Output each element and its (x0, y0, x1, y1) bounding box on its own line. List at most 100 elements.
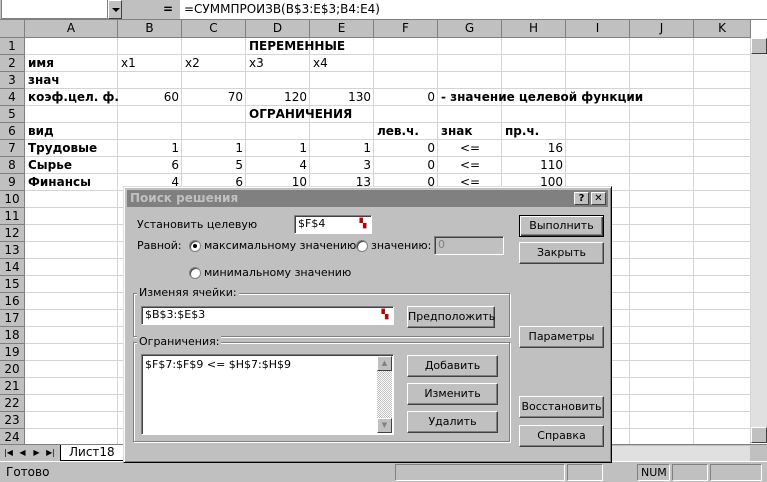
row-header[interactable]: 8 (0, 157, 25, 174)
next-sheet-icon[interactable]: ▶ (30, 446, 43, 460)
row-header[interactable]: 17 (0, 310, 25, 327)
cell-d1[interactable]: ПЕРЕМЕННЫЕ (249, 38, 345, 55)
name-box[interactable] (1, 0, 108, 19)
change-constraint-button[interactable]: Изменить (407, 383, 498, 405)
constraint-item[interactable]: $F$7:$F$9 <= $H$7:$H$9 (145, 358, 291, 371)
close-icon[interactable]: ✕ (591, 192, 606, 205)
row-header[interactable]: 5 (0, 106, 25, 123)
constraints-listbox[interactable]: $F$7:$F$9 <= $H$7:$H$9 ▲ ▼ (141, 354, 394, 435)
add-constraint-button[interactable]: Добавить (407, 355, 498, 377)
row-header[interactable]: 3 (0, 72, 25, 89)
column-header[interactable]: E (310, 20, 374, 38)
cell-h8[interactable]: 110 (505, 157, 563, 174)
row-header[interactable]: 20 (0, 361, 25, 378)
listbox-scrollbar[interactable]: ▲ ▼ (377, 356, 392, 433)
row-header[interactable]: 13 (0, 242, 25, 259)
options-button[interactable]: Параметры (519, 326, 604, 348)
cell-h7[interactable]: 16 (505, 140, 563, 157)
column-header[interactable]: H (502, 20, 566, 38)
cell-b7[interactable]: 1 (121, 140, 179, 157)
close-button[interactable]: Закрыть (519, 242, 604, 264)
cell-e8[interactable]: 3 (313, 157, 371, 174)
cell-d5[interactable]: ОГРАНИЧЕНИЯ (249, 106, 352, 123)
value-radio[interactable] (356, 240, 368, 252)
row-header[interactable]: 18 (0, 327, 25, 344)
column-header[interactable]: C (182, 20, 246, 38)
cell-e2[interactable]: x4 (313, 55, 328, 72)
cell-a7[interactable]: Трудовые (28, 140, 97, 157)
row-header[interactable]: 11 (0, 208, 25, 225)
column-header[interactable]: I (566, 20, 630, 38)
row-header[interactable]: 1 (0, 38, 25, 55)
column-header[interactable]: D (246, 20, 310, 38)
collapse-dialog-icon[interactable]: ▚ (356, 217, 370, 232)
scroll-down-button[interactable] (751, 427, 767, 443)
reset-all-button[interactable]: Восстановить (519, 396, 604, 418)
horizontal-scrollbar[interactable] (600, 446, 750, 461)
cell-d2[interactable]: x3 (249, 55, 264, 72)
column-header[interactable]: B (118, 20, 182, 38)
row-header[interactable]: 2 (0, 55, 25, 72)
min-radio[interactable] (189, 267, 201, 279)
cell-h6[interactable]: пр.ч. (505, 123, 539, 140)
row-header[interactable]: 12 (0, 225, 25, 242)
select-all-corner[interactable] (0, 20, 25, 38)
cell-c2[interactable]: x2 (185, 55, 200, 72)
row-header[interactable]: 23 (0, 412, 25, 429)
row-header[interactable]: 22 (0, 395, 25, 412)
cell-d8[interactable]: 4 (249, 157, 307, 174)
cell-a3[interactable]: знач (28, 72, 60, 89)
row-header[interactable]: 9 (0, 174, 25, 191)
prev-sheet-icon[interactable]: ◀ (16, 446, 29, 460)
cell-f6[interactable]: лев.ч. (377, 123, 419, 140)
last-sheet-icon[interactable]: ▶| (44, 446, 57, 460)
cell-c7[interactable]: 1 (185, 140, 243, 157)
column-header[interactable]: F (374, 20, 438, 38)
cell-g7[interactable]: <= (441, 140, 499, 157)
cell-a6[interactable]: вид (28, 123, 54, 140)
first-sheet-icon[interactable]: |◀ (2, 446, 15, 460)
chevron-up-icon[interactable]: ▲ (377, 356, 392, 371)
cell-g8[interactable]: <= (441, 157, 499, 174)
sheet-tab[interactable]: Лист18 (60, 445, 124, 461)
cell-a2[interactable]: имя (28, 55, 54, 72)
solve-button[interactable]: Выполнить (519, 215, 604, 237)
value-input[interactable]: 0 (434, 236, 504, 255)
dialog-title-bar[interactable]: Поиск решения ? ✕ (127, 190, 608, 207)
cell-f4[interactable]: 0 (377, 89, 435, 106)
guess-button[interactable]: Предположить (407, 306, 495, 328)
cell-f8[interactable]: 0 (377, 157, 435, 174)
cell-b8[interactable]: 6 (121, 157, 179, 174)
help-button[interactable]: Справка (519, 425, 604, 447)
row-header[interactable]: 4 (0, 89, 25, 106)
cell-f7[interactable]: 0 (377, 140, 435, 157)
column-header[interactable]: A (25, 20, 118, 38)
row-header[interactable]: 10 (0, 191, 25, 208)
changing-cells-input[interactable]: $B$3:$E$3 ▚ (141, 306, 394, 325)
cell-e4[interactable]: 130 (313, 89, 371, 106)
row-header[interactable]: 19 (0, 344, 25, 361)
cell-g4[interactable]: - значение целевой функции (441, 89, 643, 106)
collapse-dialog-icon[interactable]: ▚ (378, 308, 392, 323)
target-cell-input[interactable]: $F$4 ▚ (294, 215, 372, 234)
cell-e7[interactable]: 1 (313, 140, 371, 157)
cell-a8[interactable]: Сырье (28, 157, 72, 174)
delete-constraint-button[interactable]: Удалить (407, 411, 498, 433)
cell-g6[interactable]: знак (441, 123, 473, 140)
max-radio[interactable] (189, 240, 201, 252)
column-header[interactable]: K (694, 20, 751, 38)
scroll-up-button[interactable] (751, 38, 767, 54)
cell-c8[interactable]: 5 (185, 157, 243, 174)
cell-c4[interactable]: 70 (185, 89, 243, 106)
formula-input[interactable]: =СУММПРОИЗВ(B$3:E$3;B4:E4) (180, 0, 767, 19)
row-header[interactable]: 16 (0, 293, 25, 310)
column-header[interactable]: J (630, 20, 694, 38)
cell-d7[interactable]: 1 (249, 140, 307, 157)
formula-equals-sign[interactable]: = (163, 2, 173, 16)
cell-b2[interactable]: x1 (121, 55, 136, 72)
row-header[interactable]: 7 (0, 140, 25, 157)
cell-a4[interactable]: коэф.цел. ф. (28, 89, 119, 106)
row-header[interactable]: 15 (0, 276, 25, 293)
chevron-down-icon[interactable]: ▼ (377, 418, 392, 433)
vertical-scrollbar[interactable] (751, 38, 767, 443)
